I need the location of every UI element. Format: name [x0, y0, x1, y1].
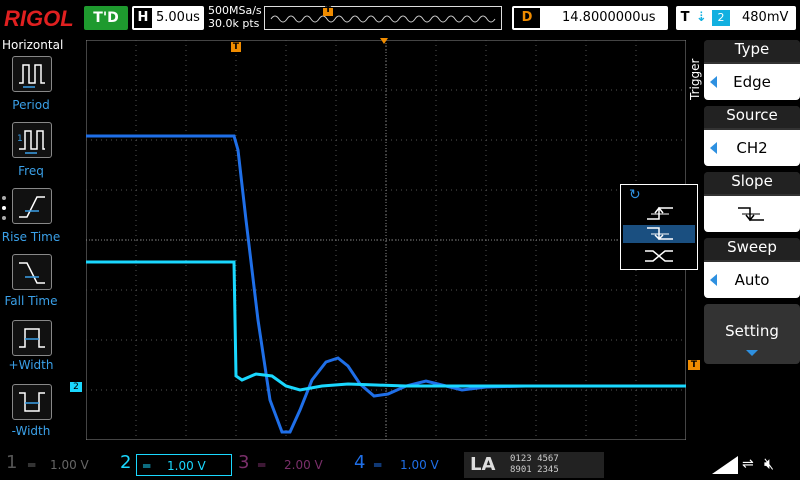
setting-down-icon: [746, 350, 758, 356]
falling-slope-icon: [738, 207, 764, 222]
sweep-softkey[interactable]: Sweep Auto: [704, 238, 800, 298]
trigger-menu-title: Trigger: [688, 58, 702, 100]
ch3-scale-box[interactable]: ═ 2.00 V: [254, 454, 346, 476]
slope-option-rising[interactable]: [623, 205, 695, 223]
pos-width-button[interactable]: [12, 320, 52, 356]
setting-head: Setting: [725, 322, 779, 340]
run-status[interactable]: T'D: [84, 6, 128, 30]
trigger-level-marker[interactable]: T: [688, 360, 700, 370]
memory-depth: 30.0k pts: [208, 17, 260, 30]
slope-value: [704, 196, 800, 232]
rise-time-icon: [19, 196, 45, 218]
sweep-value: Auto: [704, 262, 800, 298]
usb-icon: ⇌: [742, 456, 754, 472]
memory-overview: T: [264, 5, 502, 30]
source-softkey[interactable]: Source CH2: [704, 106, 800, 166]
ch4-label[interactable]: 4: [354, 452, 365, 473]
ch2-ground-marker[interactable]: 2: [70, 382, 82, 392]
fall-time-icon: [19, 262, 45, 284]
ch1-coupling-icon: ═: [28, 458, 36, 472]
ch3-label[interactable]: 3: [238, 452, 249, 473]
rise-time-label: Rise Time: [1, 230, 61, 244]
ch4-scale: 1.00 V: [400, 458, 439, 472]
falling-slope-option-icon: [647, 227, 673, 241]
freq-button[interactable]: 1: [12, 122, 52, 158]
trigger-menu: Type Edge Source CH2 Slope Sweep Auto Se…: [704, 40, 800, 446]
sweep-arrow-icon: [710, 274, 717, 286]
top-bar: RIGOL T'D H 5.00us 500MSa/s 30.0k pts T …: [0, 0, 800, 36]
slope-option-either[interactable]: [623, 247, 695, 265]
ch2-scale-box[interactable]: ═ 1.00 V: [136, 454, 232, 476]
period-label: Period: [12, 98, 50, 112]
fall-time-button[interactable]: [12, 254, 52, 290]
source-value: CH2: [704, 130, 800, 166]
trigger-level: 480mV: [742, 10, 789, 25]
either-slope-icon: [645, 250, 673, 262]
ch2-label[interactable]: 2: [120, 452, 131, 473]
rising-slope-icon: [647, 206, 673, 220]
memory-trigger-marker: T: [325, 5, 332, 15]
rise-time-button[interactable]: [12, 188, 52, 224]
ch3-scale: 2.00 V: [284, 458, 323, 472]
trigger-box[interactable]: T ⇣ 2 480mV: [676, 6, 796, 30]
type-value: Edge: [704, 64, 800, 100]
trigger-position-marker[interactable]: T: [231, 42, 241, 52]
freq-icon: 1: [17, 130, 45, 154]
la-row2: 8901 2345: [510, 465, 559, 475]
horizontal-label: H: [134, 8, 152, 28]
setting-softkey[interactable]: Setting: [704, 304, 800, 364]
neg-width-icon: [19, 392, 45, 412]
sample-rate: 500MSa/s: [208, 4, 262, 17]
brand-logo: RIGOL: [4, 6, 74, 31]
acquisition-info: 500MSa/s 30.0k pts: [208, 4, 262, 30]
la-row1: 0123 4567: [510, 454, 559, 464]
delay-value: 14.8000000us: [562, 10, 656, 25]
ch1-scale: 1.00 V: [50, 458, 89, 472]
ch2-coupling-icon: ═: [143, 459, 151, 473]
source-head: Source: [704, 106, 800, 128]
memory-waveform-icon: [270, 8, 496, 23]
la-box[interactable]: LA 0123 4567 8901 2345: [464, 452, 604, 478]
fall-time-label: Fall Time: [4, 294, 58, 308]
refresh-icon: ↻: [629, 187, 641, 203]
svg-text:1: 1: [17, 134, 23, 144]
ch1-label[interactable]: 1: [6, 452, 17, 473]
ch1-scale-box[interactable]: ═ 1.00 V: [24, 454, 114, 476]
delay-box[interactable]: D 14.8000000us: [512, 6, 668, 30]
neg-width-label: -Width: [11, 424, 51, 438]
ch3-coupling-icon: ═: [258, 458, 266, 472]
pos-width-icon: [19, 328, 45, 348]
trigger-label: T: [680, 10, 690, 25]
neg-width-button[interactable]: [12, 384, 52, 420]
sweep-head: Sweep: [704, 238, 800, 260]
slope-popup: ↻: [620, 184, 698, 270]
slope-head: Slope: [704, 172, 800, 194]
trigger-arrow-icon: [710, 454, 740, 476]
falling-edge-icon: ⇣: [696, 10, 707, 25]
timebase-box[interactable]: H 5.00us: [132, 6, 204, 30]
ch2-scale: 1.00 V: [167, 459, 206, 473]
period-icon: [19, 64, 45, 88]
delay-label: D: [514, 8, 540, 28]
ch4-coupling-icon: ═: [374, 458, 382, 472]
la-label: LA: [470, 454, 496, 475]
freq-label: Freq: [18, 164, 44, 178]
type-arrow-icon: [710, 76, 717, 88]
source-arrow-icon: [710, 142, 717, 154]
period-button[interactable]: [12, 56, 52, 92]
trigger-channel: 2: [712, 10, 730, 26]
measure-panel-title: Horizontal: [2, 38, 64, 52]
slope-softkey[interactable]: Slope: [704, 172, 800, 232]
type-softkey[interactable]: Type Edge: [704, 40, 800, 100]
center-marker-icon: [380, 38, 388, 44]
slope-option-falling[interactable]: [623, 225, 695, 243]
timebase-value: 5.00us: [156, 10, 200, 25]
speaker-muted-icon[interactable]: 🔇︎: [764, 454, 774, 474]
pos-width-label: +Width: [8, 358, 54, 372]
waveform-display[interactable]: [86, 40, 686, 440]
ch4-scale-box[interactable]: ═ 1.00 V: [370, 454, 462, 476]
type-head: Type: [704, 40, 800, 62]
